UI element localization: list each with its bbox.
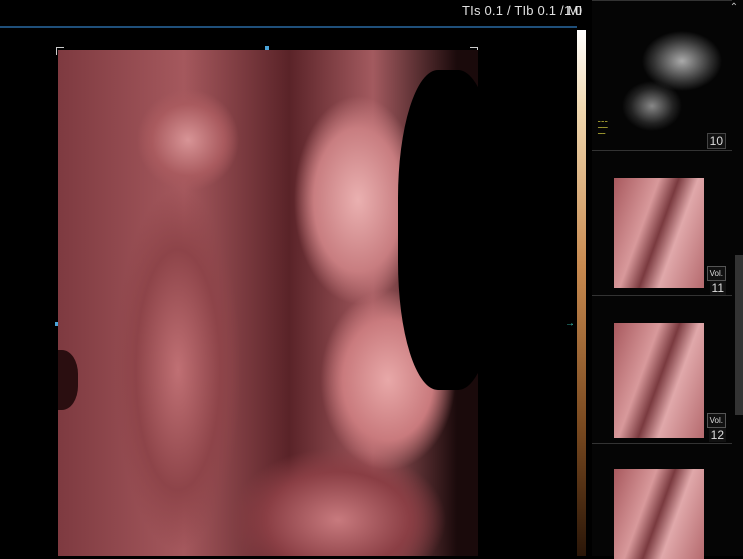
viewport-top-border [0,26,577,28]
thumbnail-10[interactable]: ━ ━ ━ ━━━━ ━━━ 10 [592,0,732,151]
thumbnail-scrollbar[interactable] [735,255,743,415]
thumbnail-meta [592,296,732,310]
vol-badge: Vol. [706,266,726,281]
3d-render-thumb [614,469,704,559]
thumbnail-panel: ⌃ ━ ━ ━ ━━━━ ━━━ 10 Vol. 11 Vol. 12 [592,0,743,559]
tib-value: TIb 0.1 [514,3,557,18]
thumbnail-meta [592,151,732,165]
3d-render-thumb [614,178,704,288]
thumbnail-12[interactable]: Vol. 12 [592,295,732,444]
color-map-bar [577,30,586,556]
image-index: 12 [708,428,726,442]
thumbnail-meta [592,1,732,15]
mi-value: 1.0 [564,3,583,18]
3d-render-thumb [614,323,704,438]
image-index: 10 [706,133,726,149]
measurement-text: ━ ━ ━ ━━━━ ━━━ [598,119,608,136]
2d-scan-image [612,21,722,136]
depth-arrow-icon[interactable]: → [565,318,575,329]
vol-badge: Vol. [706,413,726,428]
shadow-region [58,350,78,410]
tis-value: TIs 0.1 [462,3,504,18]
thumbnail-13[interactable] [592,443,732,559]
3d-render-viewport[interactable] [58,50,478,556]
image-index: 11 [709,281,726,295]
thumbnail-11[interactable]: Vol. 11 [592,150,732,296]
thumbnail-meta [592,444,732,458]
shadow-region [398,70,478,390]
